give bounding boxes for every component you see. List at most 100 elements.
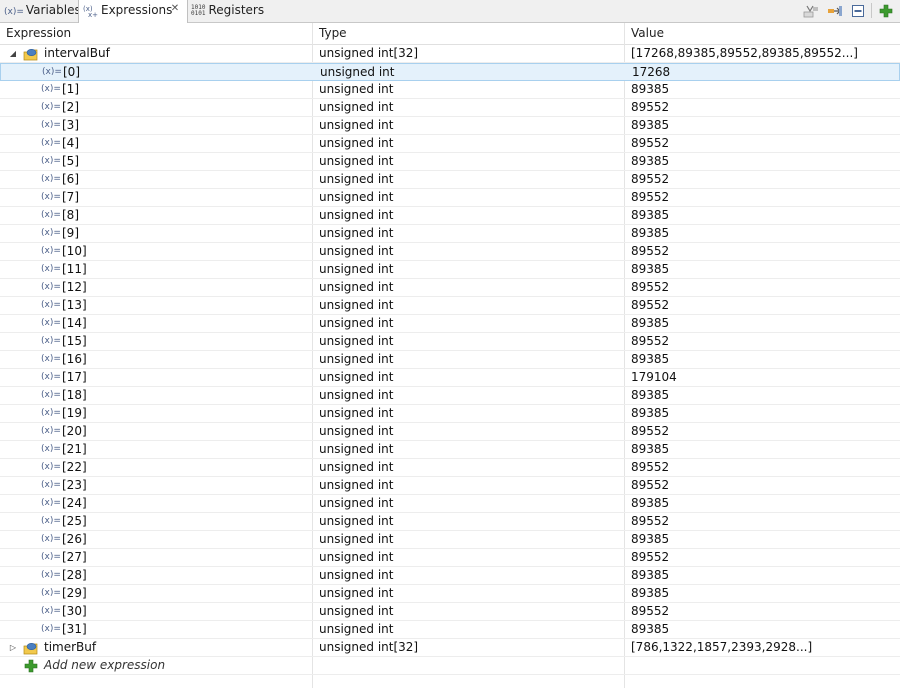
minimize-button[interactable] <box>849 2 867 19</box>
variable-icon: (x)= <box>41 588 61 598</box>
array-element-row[interactable]: (x)= [3] unsigned int 89385 <box>0 117 900 135</box>
collapse-all-button[interactable] <box>826 2 844 19</box>
add-icon <box>24 659 38 673</box>
type-cell: unsigned int <box>319 190 394 204</box>
variable-icon: (x)= <box>41 372 61 382</box>
array-element-row[interactable]: (x)= [22] unsigned int 89552 <box>0 459 900 477</box>
close-tab-icon[interactable]: ✕ <box>169 3 181 15</box>
array-element-row[interactable]: (x)= [1] unsigned int 89385 <box>0 81 900 99</box>
expression-cell: (x)= [27] <box>0 549 312 566</box>
expression-cell: (x)= [13] <box>0 297 312 314</box>
element-index: [8] <box>62 208 79 222</box>
array-element-row[interactable]: (x)= [18] unsigned int 89385 <box>0 387 900 405</box>
array-element-row[interactable]: (x)= [14] unsigned int 89385 <box>0 315 900 333</box>
value-cell: 89552 <box>631 334 670 348</box>
variable-icon: (x)= <box>42 67 62 77</box>
array-element-row[interactable]: (x)= [15] unsigned int 89552 <box>0 333 900 351</box>
expression-cell: (x)= [17] <box>0 369 312 386</box>
expression-cell: (x)= [18] <box>0 387 312 404</box>
element-index: [3] <box>62 118 79 132</box>
show-type-names-button[interactable] <box>802 2 820 19</box>
value-cell: 89385 <box>631 316 670 330</box>
type-cell: unsigned int <box>319 280 394 294</box>
array-element-row[interactable]: (x)= [7] unsigned int 89552 <box>0 189 900 207</box>
array-element-row[interactable]: (x)= [27] unsigned int 89552 <box>0 549 900 567</box>
expression-cell: (x)= [1] <box>0 81 312 98</box>
show-type-names-icon <box>803 5 818 17</box>
type-cell: unsigned int <box>319 568 394 582</box>
element-index: [1] <box>62 82 79 96</box>
array-element-row[interactable]: (x)= [31] unsigned int 89385 <box>0 621 900 639</box>
add-expression-row[interactable]: Add new expression <box>0 657 900 675</box>
expression-cell: (x)= [28] <box>0 567 312 584</box>
add-expression-button[interactable] <box>877 2 895 19</box>
variable-icon: (x)= <box>41 264 61 274</box>
array-element-row[interactable]: (x)= [16] unsigned int 89385 <box>0 351 900 369</box>
array-element-row[interactable]: (x)= [21] unsigned int 89385 <box>0 441 900 459</box>
type-cell: unsigned int <box>319 478 394 492</box>
array-element-row[interactable]: (x)= [13] unsigned int 89552 <box>0 297 900 315</box>
variables-icon: (x)= <box>4 7 24 17</box>
type-column-header[interactable]: Type <box>313 23 624 44</box>
array-element-row[interactable]: (x)= [28] unsigned int 89385 <box>0 567 900 585</box>
expression-cell: (x)= [21] <box>0 441 312 458</box>
type-cell: unsigned int <box>319 136 394 150</box>
expression-row[interactable]: ◢ intervalBuf unsigned int[32] [17268,89385… <box>0 45 900 63</box>
array-element-row[interactable]: (x)= [8] unsigned int 89385 <box>0 207 900 225</box>
value-cell: 89552 <box>631 604 670 618</box>
collapsed-arrow-icon[interactable]: ▷ <box>8 639 18 656</box>
value-cell: 89552 <box>631 280 670 294</box>
array-element-row[interactable]: (x)= [4] unsigned int 89552 <box>0 135 900 153</box>
value-cell: 89552 <box>631 424 670 438</box>
tab-variables[interactable]: (x)= Variables <box>4 0 81 22</box>
expression-row[interactable]: ▷ timerBuf unsigned int[32] [786,1322,1857,… <box>0 639 900 657</box>
array-element-row[interactable]: (x)= [24] unsigned int 89385 <box>0 495 900 513</box>
variable-icon: (x)= <box>41 498 61 508</box>
expression-cell: (x)= [23] <box>0 477 312 494</box>
tab-registers[interactable]: 1010 0101 Registers <box>191 0 264 22</box>
array-element-row[interactable]: (x)= [19] unsigned int 89385 <box>0 405 900 423</box>
element-index: [13] <box>62 298 87 312</box>
array-element-row[interactable]: (x)= [9] unsigned int 89385 <box>0 225 900 243</box>
tab-expressions[interactable]: (x) x+y Expressions ✕ <box>78 0 188 23</box>
toolbar-separator <box>871 3 872 18</box>
array-element-row[interactable]: (x)= [11] unsigned int 89385 <box>0 261 900 279</box>
type-cell: unsigned int <box>319 604 394 618</box>
value-cell: [786,1322,1857,2393,2928...] <box>631 640 813 654</box>
type-cell: unsigned int <box>319 262 394 276</box>
collapse-all-icon <box>828 5 842 16</box>
element-index: [25] <box>62 514 87 528</box>
value-column-header[interactable]: Value <box>625 23 900 44</box>
type-cell: unsigned int <box>319 208 394 222</box>
array-element-row[interactable]: (x)= [5] unsigned int 89385 <box>0 153 900 171</box>
array-element-row[interactable]: (x)= [6] unsigned int 89552 <box>0 171 900 189</box>
expression-cell: (x)= [30] <box>0 603 312 620</box>
array-element-row[interactable]: (x)= [17] unsigned int 179104 <box>0 369 900 387</box>
element-index: [22] <box>62 460 87 474</box>
array-element-row[interactable]: (x)= [30] unsigned int 89552 <box>0 603 900 621</box>
variable-icon: (x)= <box>41 444 61 454</box>
array-element-row[interactable]: (x)= [12] unsigned int 89552 <box>0 279 900 297</box>
variable-icon: (x)= <box>41 354 61 364</box>
expression-cell: Add new expression <box>0 657 312 674</box>
array-element-row[interactable]: (x)= [10] unsigned int 89552 <box>0 243 900 261</box>
array-element-row[interactable]: (x)= [26] unsigned int 89385 <box>0 531 900 549</box>
expanded-arrow-icon[interactable]: ◢ <box>8 45 18 62</box>
value-cell: 89552 <box>631 190 670 204</box>
tab-expressions-label: Expressions <box>101 3 173 17</box>
array-element-row[interactable]: (x)= [2] unsigned int 89552 <box>0 99 900 117</box>
array-element-row[interactable]: (x)= [20] unsigned int 89552 <box>0 423 900 441</box>
array-element-row[interactable]: (x)= [23] unsigned int 89552 <box>0 477 900 495</box>
array-element-row[interactable]: (x)= [29] unsigned int 89385 <box>0 585 900 603</box>
struct-variable-icon <box>23 48 38 61</box>
element-index: [4] <box>62 136 79 150</box>
array-element-row[interactable]: (x)= [0] unsigned int 17268 <box>0 63 900 81</box>
variable-icon: (x)= <box>41 282 61 292</box>
expression-column-header[interactable]: Expression <box>0 23 312 44</box>
variable-icon: (x)= <box>41 156 61 166</box>
value-cell: 89552 <box>631 172 670 186</box>
variable-icon: (x)= <box>41 408 61 418</box>
array-element-row[interactable]: (x)= [25] unsigned int 89552 <box>0 513 900 531</box>
value-cell: 89552 <box>631 100 670 114</box>
value-cell: 89385 <box>631 262 670 276</box>
